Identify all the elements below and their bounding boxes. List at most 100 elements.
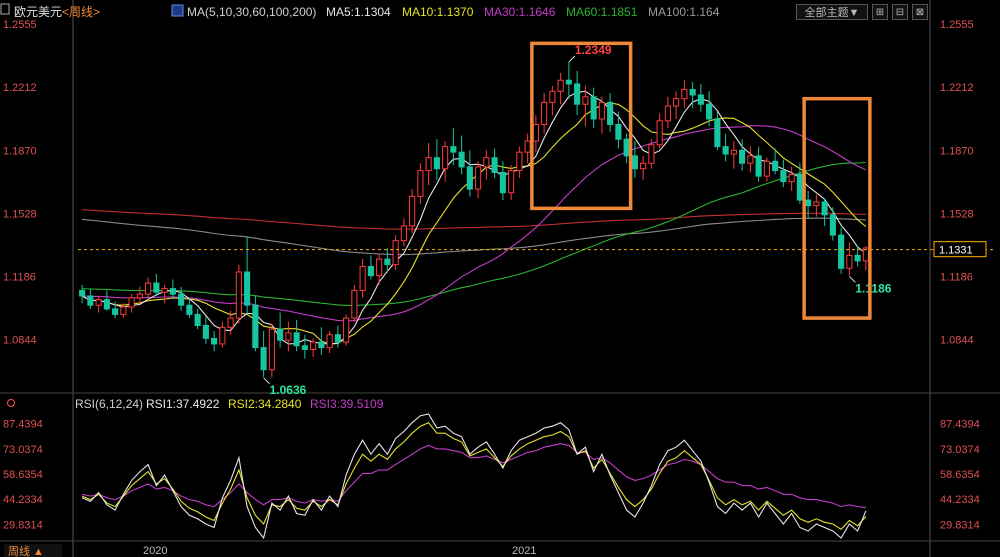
candle[interactable] [681, 80, 688, 108]
candle[interactable] [730, 141, 737, 169]
candle[interactable] [145, 277, 152, 300]
candle[interactable] [442, 141, 449, 182]
ma10-value: MA10:1.1370 [402, 5, 474, 19]
candle[interactable] [508, 165, 515, 201]
candle[interactable] [285, 321, 292, 352]
candle[interactable] [524, 133, 531, 164]
candle[interactable] [747, 146, 754, 173]
candle-body [433, 157, 440, 170]
candle[interactable] [136, 286, 143, 304]
candle-body [186, 304, 193, 315]
candle[interactable] [541, 93, 548, 134]
candle[interactable] [788, 166, 795, 191]
candle[interactable] [219, 321, 226, 348]
candle[interactable] [838, 227, 845, 274]
candle[interactable] [301, 334, 308, 359]
candle[interactable] [103, 290, 110, 311]
candle[interactable] [664, 96, 671, 129]
candle[interactable] [656, 113, 663, 149]
candle-body [136, 293, 143, 299]
candle[interactable] [425, 142, 432, 186]
close-icon[interactable]: ⊠ [912, 4, 928, 20]
candle[interactable] [631, 141, 638, 178]
candle[interactable] [598, 96, 605, 134]
candle[interactable] [821, 198, 828, 226]
candle[interactable] [359, 259, 366, 298]
candle[interactable] [153, 273, 160, 296]
candle[interactable] [755, 146, 762, 182]
candle[interactable] [161, 284, 168, 304]
candle[interactable] [351, 284, 358, 322]
candle[interactable] [557, 72, 564, 105]
candle[interactable] [326, 330, 333, 354]
candle[interactable] [623, 133, 630, 164]
candle[interactable] [673, 91, 680, 119]
candle-body [310, 341, 317, 350]
candle-body [178, 293, 185, 306]
candle[interactable] [343, 314, 350, 346]
ma60-value: MA60:1.1851 [566, 5, 638, 19]
ma100-value: MA100:1.164 [648, 5, 720, 19]
period-switch-label[interactable]: 周线 ▲ [8, 544, 44, 557]
candle[interactable] [516, 146, 523, 178]
candle[interactable] [549, 85, 556, 116]
candle-body [202, 324, 209, 339]
panel-menu-icon[interactable] [0, 3, 10, 15]
candle[interactable] [268, 323, 275, 378]
candle[interactable] [202, 316, 209, 344]
candle[interactable] [829, 207, 836, 241]
candle[interactable] [367, 255, 374, 280]
candle-body [813, 201, 820, 207]
candle[interactable] [846, 242, 853, 276]
candle[interactable] [640, 155, 647, 180]
candle[interactable] [466, 150, 473, 197]
period-label[interactable]: <周线> [62, 5, 100, 19]
price-tick-right: 1.0844 [940, 334, 974, 346]
candle[interactable] [400, 218, 407, 247]
candle[interactable] [780, 159, 787, 188]
candle[interactable] [475, 161, 482, 199]
indicator-settings-icon[interactable] [171, 4, 184, 17]
candle[interactable] [763, 157, 770, 182]
candle[interactable] [607, 93, 614, 132]
candle[interactable] [293, 319, 300, 352]
candle-body [664, 105, 671, 122]
theme-dropdown[interactable]: 全部主题▼ [796, 4, 868, 20]
candle[interactable] [615, 111, 622, 149]
candle[interactable] [697, 83, 704, 112]
candle[interactable] [483, 150, 490, 180]
candle-body [153, 282, 160, 293]
candle[interactable] [532, 115, 539, 153]
candle-body [425, 157, 432, 172]
candle[interactable] [722, 133, 729, 162]
candle[interactable] [714, 111, 721, 151]
candle[interactable] [244, 236, 251, 315]
candle-body [450, 146, 457, 153]
minimize-icon[interactable]: ⊟ [892, 4, 908, 20]
candle[interactable] [128, 294, 135, 313]
candle[interactable] [574, 71, 581, 116]
candle[interactable] [235, 264, 242, 324]
add-panel-icon[interactable]: ⊞ [872, 4, 888, 20]
candle[interactable] [260, 330, 267, 378]
candle[interactable] [79, 284, 86, 304]
candle[interactable] [805, 190, 812, 219]
candle[interactable] [458, 135, 465, 175]
candle[interactable] [277, 312, 284, 348]
candle[interactable] [392, 235, 399, 271]
candle[interactable] [95, 295, 102, 313]
rsi3-value: RSI3:39.5109 [310, 397, 384, 411]
candle[interactable] [565, 61, 572, 99]
candle[interactable] [409, 189, 416, 234]
candle[interactable] [334, 325, 341, 348]
candle[interactable] [590, 87, 597, 129]
candle[interactable] [194, 308, 201, 330]
candle[interactable] [87, 288, 94, 309]
candle[interactable] [433, 139, 440, 180]
candle[interactable] [417, 163, 424, 204]
candle[interactable] [491, 148, 498, 178]
candle[interactable] [169, 279, 176, 298]
candle[interactable] [211, 330, 218, 352]
chart-canvas: 欧元美元 <周线> MA(5,10,30,60,100,200) MA5:1.1… [0, 0, 1000, 557]
rsi-panel-icon[interactable] [7, 399, 15, 407]
